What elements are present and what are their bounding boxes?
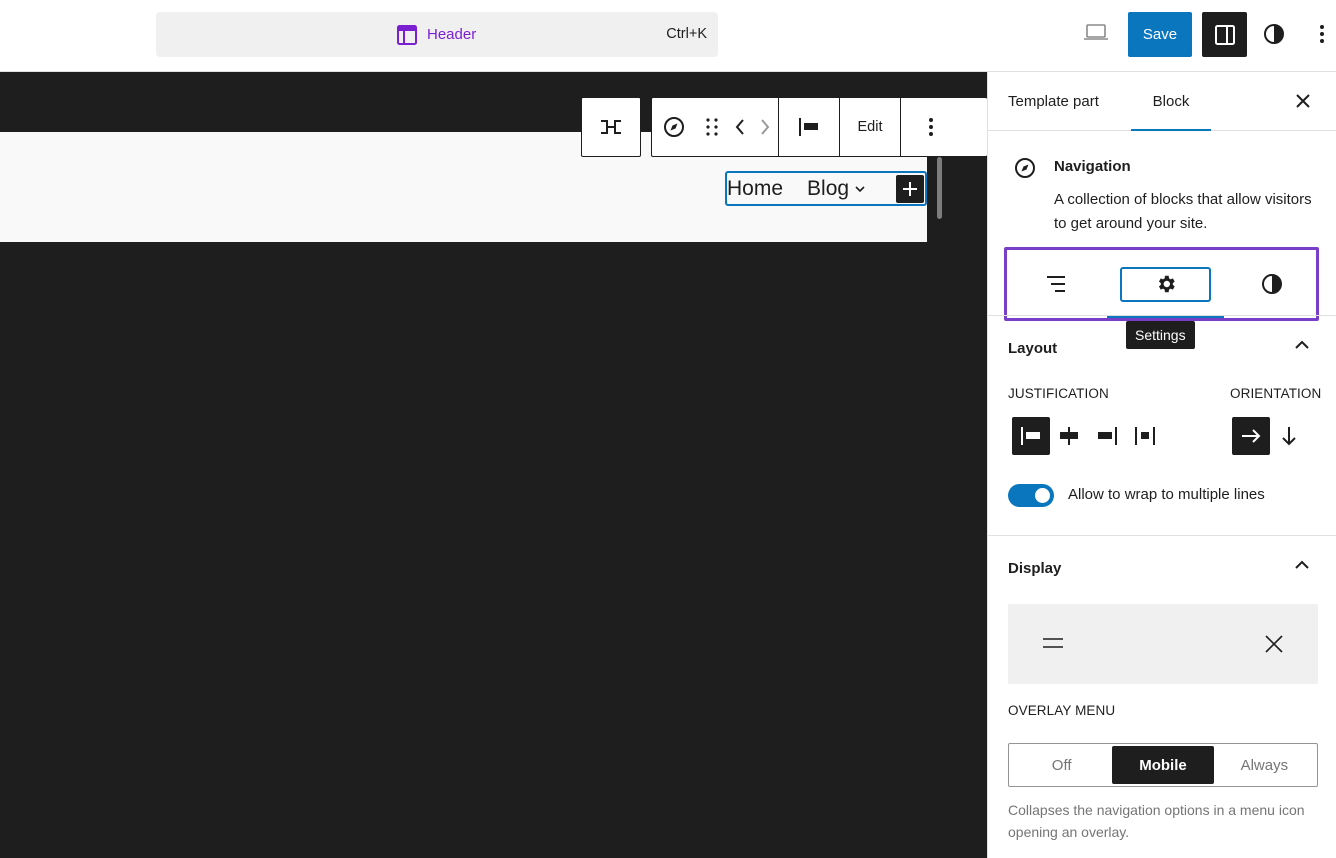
toolbar-justify-group (779, 98, 840, 156)
command-center-title[interactable]: Header (396, 12, 476, 57)
overlay-menu-help-text: Collapses the navigation options in a me… (1008, 802, 1305, 840)
compass-icon (1013, 156, 1037, 185)
drag-icon (706, 118, 718, 136)
overlay-option-always[interactable]: Always (1214, 746, 1315, 784)
orientation-horizontal-button[interactable] (1232, 417, 1270, 455)
justify-center-button[interactable] (1050, 417, 1088, 455)
tab-block[interactable]: Block (1131, 72, 1211, 131)
sidebar-icon (1214, 24, 1235, 45)
layout-panel-title[interactable]: Layout (1008, 340, 1057, 357)
drag-handle[interactable] (696, 98, 728, 156)
nav-item-home[interactable]: Home (727, 177, 783, 201)
chevron-down-icon (855, 185, 865, 192)
more-options-icon[interactable] (1317, 22, 1327, 51)
overlay-option-mobile[interactable]: Mobile (1112, 746, 1214, 784)
divider (988, 315, 1336, 316)
navigation-block-button[interactable] (652, 98, 696, 156)
vertical-dots-icon (929, 118, 933, 136)
overlay-option-off[interactable]: Off (1011, 746, 1112, 784)
block-toolbar: Edit (651, 97, 987, 157)
wrap-toggle[interactable] (1008, 484, 1054, 507)
justify-left-icon (799, 118, 818, 136)
justification-button[interactable] (779, 98, 839, 156)
toggle-knob (1035, 488, 1050, 503)
tab-list-view[interactable] (1007, 250, 1107, 318)
nav-item-blog[interactable]: Blog (807, 177, 866, 201)
add-block-button[interactable] (896, 175, 924, 203)
divider (988, 535, 1336, 536)
command-shortcut: Ctrl+K (666, 26, 707, 42)
menu-icon (1042, 635, 1064, 656)
select-parent-icon (601, 120, 621, 134)
edit-button[interactable]: Edit (840, 98, 900, 156)
close-icon (1263, 633, 1285, 660)
select-parent-button[interactable] (581, 97, 641, 157)
chevron-right-icon (761, 119, 770, 135)
template-part-icon (396, 24, 418, 46)
block-card-title: Navigation (1054, 158, 1131, 175)
chevron-left-icon (735, 119, 744, 135)
styles-icon[interactable] (1262, 22, 1286, 51)
settings-sidebar: Template part Block Navigation A collect… (987, 72, 1336, 858)
arrow-down-icon (1282, 427, 1296, 446)
overlay-menu-segmented-control: Off Mobile Always (1008, 743, 1318, 787)
orientation-buttons (1232, 417, 1308, 455)
canvas-scrollbar[interactable] (937, 157, 942, 219)
arrow-right-icon (1242, 429, 1261, 443)
wrap-toggle-label: Allow to wrap to multiple lines (1068, 486, 1265, 503)
justify-left-icon (1021, 427, 1040, 445)
orientation-label: ORIENTATION (1230, 386, 1322, 401)
tab-template-part[interactable]: Template part (1008, 72, 1099, 131)
justify-space-between-icon (1135, 427, 1155, 445)
settings-tooltip: Settings (1126, 321, 1195, 349)
tab-styles[interactable] (1224, 250, 1319, 318)
navigation-block[interactable]: Home Blog (725, 171, 927, 206)
justify-space-between-button[interactable] (1126, 417, 1164, 455)
sidebar-tabs: Template part Block (988, 72, 1336, 131)
toolbar-block-group (652, 98, 779, 156)
gear-icon (1158, 275, 1175, 293)
styles-icon (1261, 274, 1282, 294)
compass-icon (664, 117, 684, 137)
toolbar-options-group (901, 98, 961, 156)
move-right-button[interactable] (752, 98, 778, 156)
tab-settings[interactable] (1107, 250, 1224, 318)
nav-item-blog-label: Blog (807, 176, 850, 200)
plus-icon (903, 182, 917, 196)
overlay-menu-preview (1008, 604, 1318, 684)
block-card-description: A collection of blocks that allow visito… (1054, 191, 1312, 232)
editor-top-bar: Header Ctrl+K Save (0, 0, 1336, 72)
justify-left-button[interactable] (1012, 417, 1050, 455)
close-icon[interactable] (1294, 92, 1312, 115)
orientation-vertical-button[interactable] (1270, 417, 1308, 455)
inspector-tabs (1004, 247, 1319, 321)
chevron-up-icon[interactable] (1293, 558, 1311, 577)
display-panel-title[interactable]: Display (1008, 560, 1061, 577)
block-options-button[interactable] (901, 98, 961, 156)
move-left-button[interactable] (728, 98, 752, 156)
chevron-up-icon[interactable] (1293, 338, 1311, 357)
settings-sidebar-toggle[interactable] (1202, 12, 1247, 57)
justify-right-button[interactable] (1088, 417, 1126, 455)
overlay-menu-label: OVERLAY MENU (1008, 703, 1116, 718)
justify-right-icon (1098, 427, 1117, 445)
settings-tab-focus (1120, 266, 1211, 302)
editor-canvas[interactable]: Edit Home Blog (0, 72, 987, 858)
command-center[interactable]: Header Ctrl+K (156, 12, 718, 57)
justification-label: JUSTIFICATION (1008, 386, 1109, 401)
justify-center-icon (1060, 427, 1078, 445)
save-button[interactable]: Save (1128, 12, 1192, 57)
list-view-icon (1047, 276, 1065, 292)
justification-buttons (1012, 417, 1164, 455)
desktop-preview-icon[interactable] (1083, 22, 1109, 49)
toolbar-edit-group: Edit (840, 98, 901, 156)
command-center-label: Header (427, 26, 477, 43)
